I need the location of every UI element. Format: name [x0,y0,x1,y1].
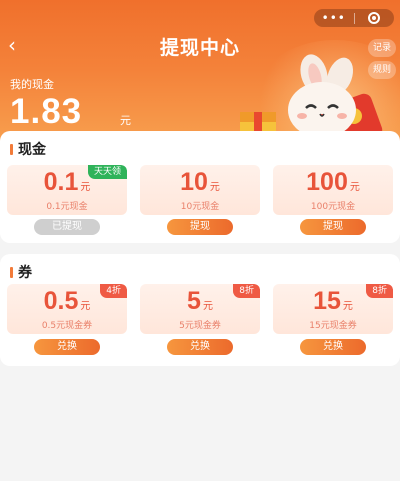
discount-badge: 8折 [233,284,260,298]
cash-section-title: 现金 [18,142,46,158]
mini-program-capsule: ••• [314,9,394,27]
target-icon [368,12,381,24]
close-mini-program-button[interactable] [354,12,394,24]
cash-description: 0.1元现金 [46,202,88,212]
discount-badge: 8折 [366,284,393,298]
coupon-description: 5元现金券 [179,321,221,331]
redeem-button[interactable]: 兑换 [167,339,233,355]
cash-description: 10元现金 [180,202,220,212]
more-button[interactable]: ••• [314,9,354,27]
coupon-option-tile[interactable]: 5元 5元现金券 8折 [140,284,260,334]
balance-amount: 1.83 [10,92,83,131]
cash-amount: 10 元 [180,168,220,196]
withdraw-button[interactable]: 提现 [167,219,233,235]
coupon-option-tile[interactable]: 15 元 15元现金券 8折 [273,284,393,334]
balance-unit: 元 [120,114,131,127]
cash-section-header: 现金 [10,140,46,158]
discount-badge: 4折 [100,284,127,298]
redeem-button[interactable]: 兑换 [34,339,100,355]
coupon-description: 15元现金券 [309,321,357,331]
cash-section-card: 现金 0.1 元 0.1元现金 天天领 已提现 10 元 10元现金 提现 100 元… [0,131,400,243]
balance-label: 我的现金 [10,78,54,91]
cash-option-tile[interactable]: 100 元 100元现金 [273,165,393,215]
back-arrow-icon[interactable]: ‹ [8,34,26,56]
coupon-section-title: 券 [18,265,32,281]
section-marker [10,143,13,155]
withdraw-button[interactable]: 提现 [300,219,366,235]
daily-claim-badge: 天天领 [87,165,127,179]
cash-option-tile[interactable]: 0.1 元 0.1元现金 天天领 [7,165,127,215]
cash-option-tile[interactable]: 10 元 10元现金 [140,165,260,215]
coupon-section-header: 券 [10,263,32,281]
cash-description: 100元现金 [310,202,356,212]
section-marker [10,266,13,278]
coupon-option-tile[interactable]: 0.5 元 0.5元现金券 4折 [7,284,127,334]
coupon-description: 0.5元现金券 [41,321,93,331]
coupon-section-card: 券 0.5 元 0.5元现金券 4折 兑换 5元 5元现金券 8折 兑换 15 元 … [0,254,400,366]
redeem-button[interactable]: 兑换 [300,339,366,355]
cash-amount: 100 元 [306,168,360,196]
withdrawn-button: 已提现 [34,219,100,235]
